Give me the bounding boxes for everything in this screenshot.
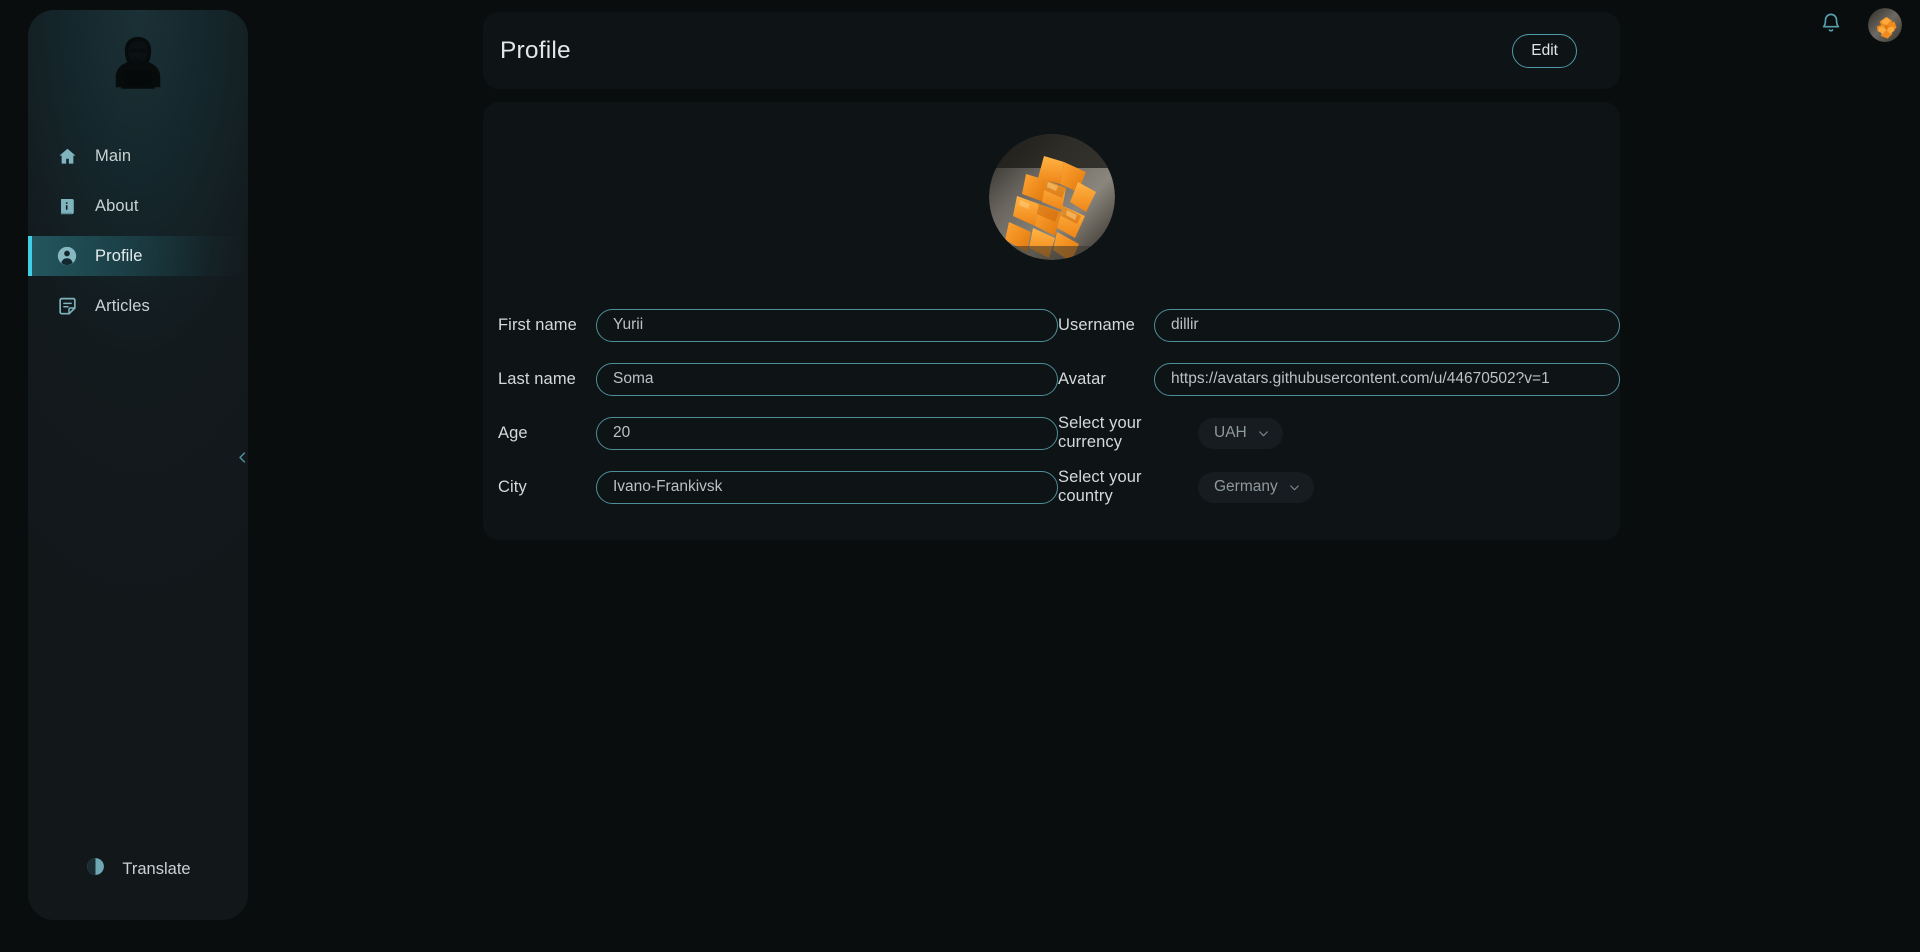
profile-form: First name Last name Age City — [483, 298, 1620, 514]
sidebar-item-label: Main — [95, 146, 132, 165]
page-header-card: Profile Edit — [483, 12, 1620, 89]
sidebar-item-about[interactable]: About — [28, 186, 248, 226]
translate-button[interactable]: Translate — [28, 856, 248, 882]
currency-select[interactable]: UAH — [1198, 417, 1283, 449]
profile-avatar[interactable] — [988, 134, 1115, 260]
field-city: City — [498, 460, 1058, 514]
sidebar-item-label: Articles — [95, 296, 150, 315]
field-currency: Select your currency UAH — [1058, 406, 1620, 460]
half-circle-contrast-icon — [85, 856, 106, 882]
field-label-currency: Select your currency — [1058, 414, 1142, 451]
avatar[interactable] — [1868, 8, 1902, 42]
user-circle-icon — [56, 245, 78, 267]
chevron-down-icon — [1288, 481, 1301, 494]
info-book-icon — [56, 195, 78, 217]
sidebar-item-label: About — [95, 196, 139, 215]
profile-form-right-column: Username Avatar Select your currency UAH — [1058, 298, 1620, 514]
city-input[interactable] — [596, 470, 1058, 504]
field-country: Select your country Germany — [1058, 460, 1620, 514]
last-name-input[interactable] — [596, 362, 1058, 396]
sidebar-logo — [28, 10, 248, 114]
sidebar-nav: Main About Profile Articles — [28, 136, 248, 326]
country-select[interactable]: Germany — [1198, 471, 1314, 503]
main-content: Profile Edit First name Yurii Last name … — [483, 12, 1620, 540]
field-label-first-name: First name — [498, 315, 577, 334]
field-age: Age — [498, 406, 1058, 460]
field-label-last-name: Last name — [498, 369, 576, 388]
chevron-down-icon — [1257, 427, 1270, 440]
translate-label: Translate — [122, 859, 191, 878]
country-select-value: Germany — [1214, 478, 1278, 495]
field-label-avatar: Avatar — [1058, 369, 1106, 388]
avatar-url-input[interactable] — [1154, 362, 1620, 396]
profile-avatar-wrap — [483, 134, 1620, 260]
first-name-input[interactable] — [596, 308, 1058, 342]
field-label-country: Select your country — [1058, 468, 1142, 505]
hacker-hoodie-laptop-icon — [107, 31, 169, 93]
home-icon — [56, 145, 78, 167]
page-title: Profile — [500, 36, 571, 64]
field-label-username: Username — [1058, 315, 1135, 334]
app-root: Main About Profile Articles Translate Pr… — [0, 0, 1920, 952]
profile-form-left-column: First name Last name Age City — [498, 298, 1058, 514]
sidebar-item-label: Profile — [95, 246, 143, 265]
topbar-actions — [1816, 8, 1902, 42]
sidebar: Main About Profile Articles Translate — [28, 10, 248, 920]
article-note-icon — [56, 295, 78, 317]
currency-select-value: UAH — [1214, 424, 1247, 441]
field-last-name: Last name — [498, 352, 1058, 406]
sidebar-item-articles[interactable]: Articles — [28, 286, 248, 326]
profile-card: First name Last name Age City — [483, 102, 1620, 540]
sidebar-item-main[interactable]: Main — [28, 136, 248, 176]
edit-button[interactable]: Edit — [1512, 33, 1577, 68]
age-input[interactable] — [596, 416, 1058, 450]
field-username: Username — [1058, 298, 1620, 352]
field-label-city: City — [498, 477, 527, 496]
username-input[interactable] — [1154, 308, 1620, 342]
field-avatar-url: Avatar — [1058, 352, 1620, 406]
bell-icon — [1820, 12, 1842, 39]
chevron-left-icon — [235, 450, 250, 470]
field-label-age: Age — [498, 423, 528, 442]
sidebar-item-profile[interactable]: Profile — [28, 236, 248, 276]
field-first-name: First name — [498, 298, 1058, 352]
sidebar-collapse-button[interactable] — [228, 446, 256, 474]
notifications-button[interactable] — [1816, 10, 1846, 40]
